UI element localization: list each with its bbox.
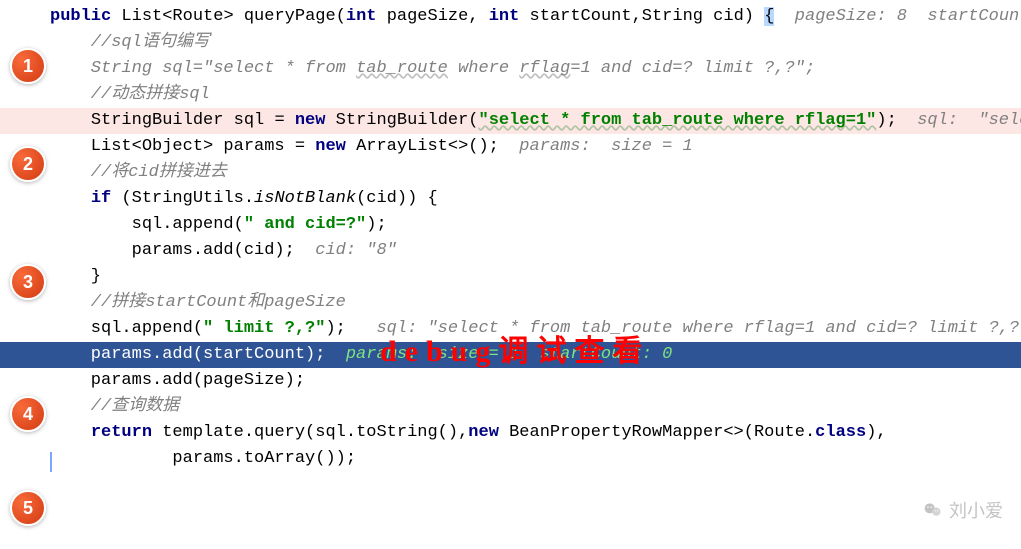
param: String cid) [642, 7, 764, 26]
code-text: sql.append( [50, 215, 244, 234]
code-line[interactable]: //sql语句编写 [0, 30, 1021, 56]
param: startCount, [530, 7, 642, 26]
generic: <Route> [162, 7, 244, 26]
inlay-hint: params: size = 1 [519, 137, 692, 156]
keyword: int [346, 7, 387, 26]
code-line[interactable]: params.add(pageSize); [0, 368, 1021, 394]
paren: ( [336, 7, 346, 26]
code-line[interactable]: } [0, 264, 1021, 290]
code-line[interactable]: //将cid拼接进去 [0, 160, 1021, 186]
code-text: (StringUtils. [121, 189, 254, 208]
code-text: (cid)) { [356, 189, 438, 208]
comment: //动态拼接sql [50, 85, 210, 104]
annotation-title: debug调试查看 [380, 326, 650, 370]
keyword: public [50, 7, 121, 26]
comment: //拼接startCount和pageSize [50, 293, 346, 312]
type: List [121, 7, 162, 26]
brace-highlight: { [764, 7, 774, 26]
code-text: params.add(startCount); [50, 345, 346, 364]
comment: =1 and cid=? limit ?,?"; [570, 59, 815, 78]
keyword: new [468, 423, 509, 442]
indent [50, 423, 91, 442]
code-text: } [50, 267, 101, 286]
string-literal: " and cid=?" [244, 215, 366, 234]
code-line[interactable]: //查询数据 [0, 394, 1021, 420]
inlay-hint: cid: "8" [315, 241, 397, 260]
keyword: return [91, 423, 162, 442]
inlay-hint: sql: "selec [917, 111, 1021, 130]
punct: ); [876, 111, 917, 130]
ctor: StringBuilder( [336, 111, 479, 130]
string-literal: " limit ?,?" [203, 319, 325, 338]
comment: //将cid拼接进去 [50, 163, 227, 182]
string-literal: "select * from tab_route where rflag=1" [479, 111, 877, 130]
wechat-icon [923, 500, 943, 520]
keyword: class [815, 423, 866, 442]
code-line-highlighted[interactable]: StringBuilder sql = new StringBuilder("s… [0, 108, 1021, 134]
comment: String sql="select * from [50, 59, 356, 78]
watermark-text: 刘小爱 [949, 497, 1003, 523]
code-line[interactable]: public List<Route> queryPage(int pageSiz… [0, 4, 1021, 30]
caret-icon [50, 452, 52, 472]
param: pageSize, [387, 7, 489, 26]
annotation-badge-1: 1 [10, 48, 46, 84]
code-text: List<Object> params = [50, 137, 315, 156]
code-text: ), [866, 423, 886, 442]
method-name: queryPage [244, 7, 336, 26]
code-line[interactable]: params.add(cid); cid: "8" [0, 238, 1021, 264]
code-line[interactable]: return template.query(sql.toString(),new… [0, 420, 1021, 446]
code-line[interactable]: String sql="select * from tab_route wher… [0, 56, 1021, 82]
static-method: isNotBlank [254, 189, 356, 208]
code-text: sql.append( [50, 319, 203, 338]
annotation-badge-4: 4 [10, 396, 46, 432]
punct: ); [325, 319, 376, 338]
ctor: ArrayList<>(); [356, 137, 519, 156]
comment: tab_route [356, 59, 448, 78]
comment: //sql语句编写 [50, 33, 210, 52]
code-text: params.add(cid); [50, 241, 315, 260]
code-line[interactable]: params.toArray()); [0, 446, 1021, 472]
keyword: new [315, 137, 356, 156]
code-text: StringBuilder sql = [91, 111, 295, 130]
annotation-badge-2: 2 [10, 146, 46, 182]
inlay-hint: pageSize: 8 startCount: 0 [774, 7, 1021, 26]
code-editor: 1 2 3 4 5 public List<Route> queryPage(i… [0, 0, 1021, 472]
code-line[interactable]: List<Object> params = new ArrayList<>();… [0, 134, 1021, 160]
watermark: 刘小爱 [923, 497, 1003, 523]
annotation-badge-3: 3 [10, 264, 46, 300]
comment: rflag [519, 59, 570, 78]
code-text: BeanPropertyRowMapper<>(Route. [509, 423, 815, 442]
code-text: params.add(pageSize); [50, 371, 305, 390]
keyword: new [295, 111, 336, 130]
punct: ); [366, 215, 386, 234]
code-line[interactable]: //动态拼接sql [0, 82, 1021, 108]
indent [50, 189, 91, 208]
annotation-badge-5: 5 [10, 490, 46, 526]
comment: where [448, 59, 519, 78]
code-text: template.query(sql.toString(), [162, 423, 468, 442]
code-line[interactable]: sql.append(" and cid=?"); [0, 212, 1021, 238]
keyword: if [91, 189, 122, 208]
code-text [50, 111, 91, 130]
code-line[interactable]: if (StringUtils.isNotBlank(cid)) { [0, 186, 1021, 212]
keyword: int [489, 7, 530, 26]
code-line[interactable]: //拼接startCount和pageSize [0, 290, 1021, 316]
comment: //查询数据 [50, 397, 179, 416]
code-text: params.toArray()); [50, 449, 356, 468]
